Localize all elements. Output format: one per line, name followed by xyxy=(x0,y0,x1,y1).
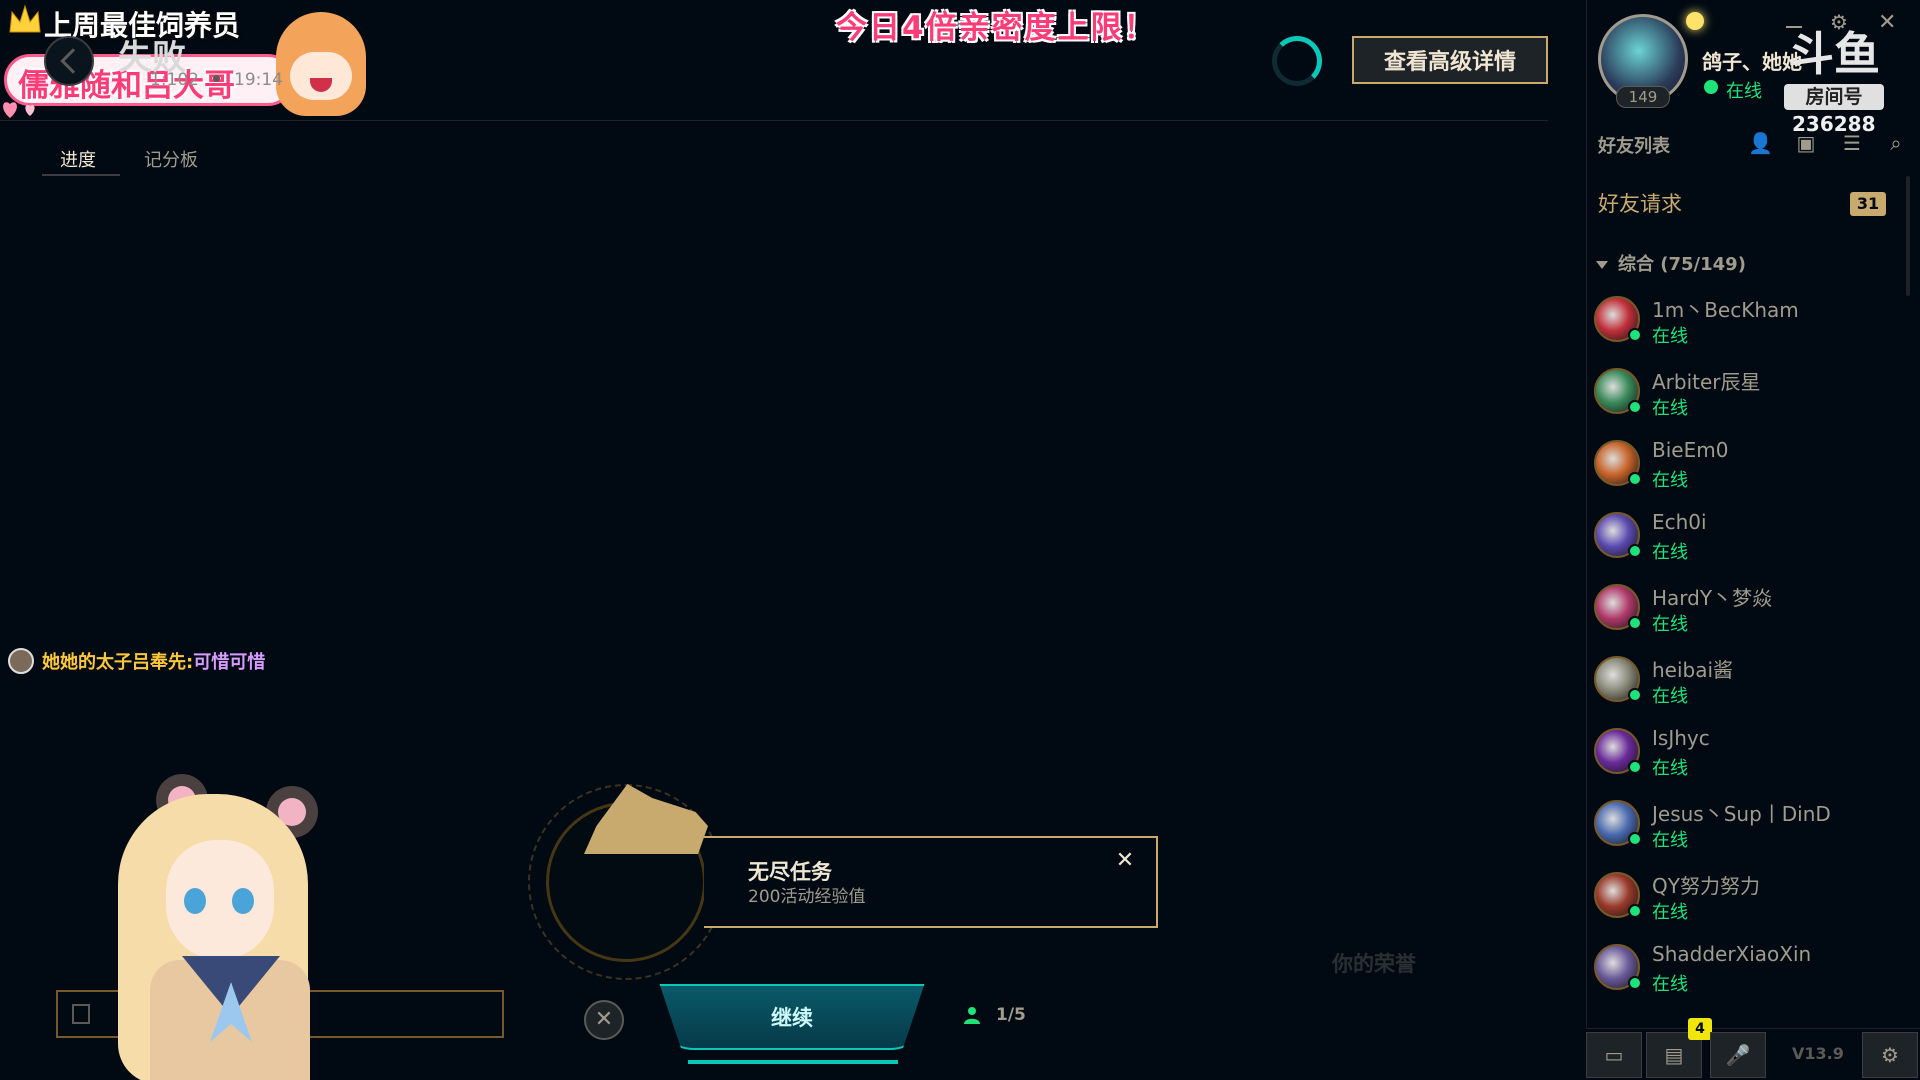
mascot-sticker xyxy=(276,12,366,116)
friend-status: 在线 xyxy=(1652,326,1688,347)
douyu-logo-icon: 斗鱼 xyxy=(1788,27,1880,81)
heart-icon xyxy=(3,102,35,118)
friend-list-item[interactable]: Jesus丶Sup丨DinD 在线 xyxy=(1590,790,1900,862)
chat-icon[interactable]: ▭ xyxy=(1586,1032,1642,1078)
friend-requests[interactable]: 好友请求 xyxy=(1598,188,1682,218)
settings-icon[interactable]: ⚙ xyxy=(1862,1032,1918,1078)
online-status-icon xyxy=(1628,832,1642,846)
game-meta: 1:102 19:14 xyxy=(150,70,283,90)
chat-user-avatar xyxy=(8,648,34,674)
friend-status: 在线 xyxy=(1652,542,1688,563)
party-count: 1/5 xyxy=(996,1005,1026,1025)
online-status-icon xyxy=(1628,976,1642,990)
online-status-icon xyxy=(1628,544,1642,558)
friend-list-item[interactable]: Arbiter辰星 在线 xyxy=(1590,358,1900,430)
friend-status: 在线 xyxy=(1652,686,1688,707)
loading-spinner-icon xyxy=(1272,36,1322,86)
stream-title-banner: 今日4倍亲密度上限！ xyxy=(836,10,1157,46)
friend-status: 在线 xyxy=(1652,974,1688,995)
friend-name: HardY丶梦焱 xyxy=(1652,586,1773,610)
match-time: 19:14 xyxy=(234,70,283,90)
room-label: 房间号 xyxy=(1784,84,1884,110)
tab-progress[interactable]: 进度 xyxy=(60,146,96,172)
friend-list-item[interactable]: ShadderXiaoXin 在线 xyxy=(1590,934,1900,1006)
chat-message: 她她的太子吕奉先: 可惜可惜 xyxy=(8,648,265,674)
friend-name: IsJhyc xyxy=(1652,726,1710,750)
friend-name: Ech0i xyxy=(1652,510,1707,534)
friend-list-item[interactable]: BieEm0 在线 xyxy=(1590,430,1900,502)
friend-name: BieEm0 xyxy=(1652,438,1729,462)
online-status-icon xyxy=(1704,80,1718,94)
mission-reward: 200活动经验值 xyxy=(748,887,866,907)
friend-name: Arbiter辰星 xyxy=(1652,370,1761,394)
continue-button[interactable]: 继续 xyxy=(659,984,925,1050)
friend-list-item[interactable]: IsJhyc 在线 xyxy=(1590,718,1900,790)
missions-count-badge: 4 xyxy=(1688,1018,1712,1040)
friend-name: 1m丶BecKham xyxy=(1652,298,1799,322)
chat-username: 她她的太子吕奉先: xyxy=(42,652,194,673)
cancel-button[interactable]: ✕ xyxy=(584,1000,624,1040)
requests-count-badge: 31 xyxy=(1850,192,1886,216)
add-friend-icon[interactable]: 👤 xyxy=(1748,132,1773,154)
vtuber-avatar xyxy=(70,770,350,1080)
profile-status[interactable]: 在线 xyxy=(1726,77,1762,103)
friend-status: 在线 xyxy=(1652,830,1688,851)
scrollbar[interactable] xyxy=(1906,176,1910,296)
friend-list-item[interactable]: heibai酱 在线 xyxy=(1590,646,1900,718)
online-status-icon xyxy=(1628,328,1642,342)
online-status-icon xyxy=(1628,472,1642,486)
chevron-down-icon xyxy=(1596,261,1608,269)
group-label: 综合 (75/149) xyxy=(1618,254,1746,275)
party-icon xyxy=(964,1007,980,1024)
online-status-icon xyxy=(1628,616,1642,630)
friend-list-item[interactable]: HardY丶梦焱 在线 xyxy=(1590,574,1900,646)
match-stat: 1:102 xyxy=(150,70,199,90)
friend-name: Jesus丶Sup丨DinD xyxy=(1652,802,1831,826)
friend-name: QY努力努力 xyxy=(1652,874,1760,898)
online-status-icon xyxy=(1628,904,1642,918)
search-icon[interactable]: ⌕ xyxy=(1884,132,1908,154)
online-status-icon xyxy=(1628,688,1642,702)
profile-level: 149 xyxy=(1616,86,1670,108)
client-version: V13.9 xyxy=(1792,1044,1844,1063)
close-icon[interactable]: ✕ xyxy=(1114,850,1136,872)
chat-text: 可惜可惜 xyxy=(193,652,266,673)
continue-underline xyxy=(688,1060,898,1064)
friend-list-item[interactable]: QY努力努力 在线 xyxy=(1590,862,1900,934)
add-folder-icon[interactable]: ▣ xyxy=(1794,132,1818,154)
online-status-icon xyxy=(1628,760,1642,774)
list-view-icon[interactable]: ☰ xyxy=(1840,132,1864,154)
back-button[interactable] xyxy=(44,36,94,86)
friend-list: 1m丶BecKham 在线 Arbiter辰星 在线 BieEm0 在线 Ech0i 在线 Ha… xyxy=(1590,286,1900,1022)
friend-status: 在线 xyxy=(1652,758,1688,779)
view-details-button[interactable]: 查看高级详情 xyxy=(1352,36,1548,84)
friend-name: heibai酱 xyxy=(1652,658,1734,682)
friend-group-header[interactable]: 综合 (75/149) xyxy=(1596,250,1746,276)
honor-label: 你的荣誉 xyxy=(1332,952,1416,976)
friend-list-item[interactable]: 1m丶BecKham 在线 xyxy=(1590,286,1900,358)
friends-header: 好友列表 xyxy=(1598,136,1670,157)
friend-status: 在线 xyxy=(1652,398,1688,419)
crown-icon xyxy=(9,4,41,33)
microphone-icon[interactable]: 🎤 xyxy=(1710,1032,1766,1078)
friend-status: 在线 xyxy=(1652,902,1688,923)
tab-active-underline xyxy=(42,174,120,176)
friend-list-item[interactable]: Ech0i 在线 xyxy=(1590,502,1900,574)
status-glow-icon xyxy=(1686,12,1704,30)
header-divider xyxy=(0,120,1548,121)
online-status-icon xyxy=(1628,400,1642,414)
tab-scoreboard[interactable]: 记分板 xyxy=(144,146,198,172)
friend-name: ShadderXiaoXin xyxy=(1652,942,1812,966)
friend-status: 在线 xyxy=(1652,470,1688,491)
friend-status: 在线 xyxy=(1652,614,1688,635)
